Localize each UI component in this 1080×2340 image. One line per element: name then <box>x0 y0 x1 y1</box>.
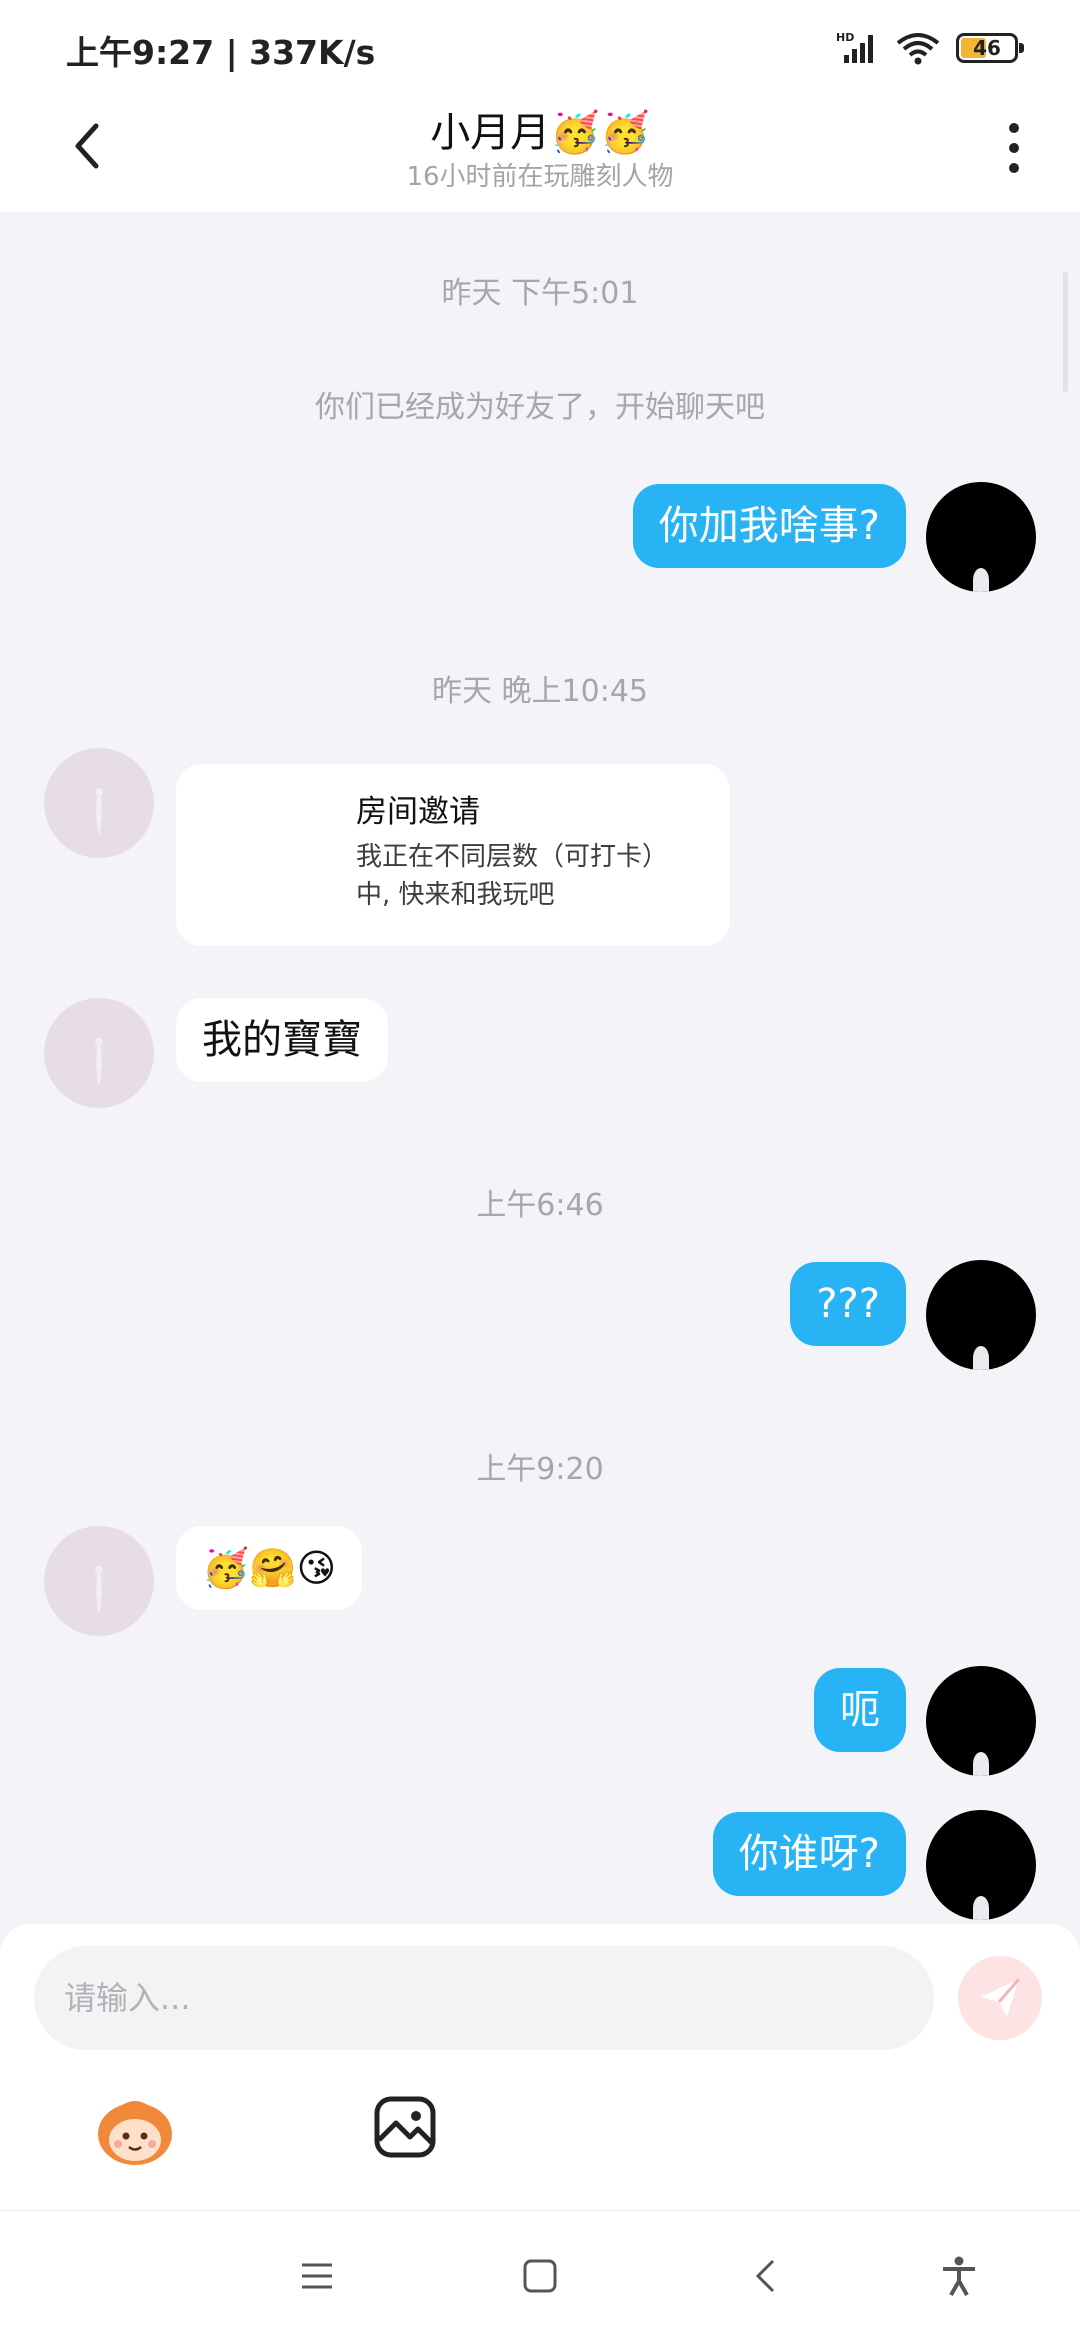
status-icons: HD 46 <box>836 28 1024 68</box>
send-icon <box>981 1978 1021 2017</box>
hd-label: HD <box>836 31 854 44</box>
avatar-figure-icon <box>95 1566 103 1612</box>
avatar-figure-icon <box>95 1038 103 1084</box>
contact-status: 16小时前在玩雕刻人物 <box>406 162 674 192</box>
send-button[interactable] <box>958 1956 1042 2040</box>
mascot-sticker-icon[interactable] <box>94 2090 176 2168</box>
timestamp: 上午9:20 <box>476 1452 604 1487</box>
home-icon[interactable] <box>519 2255 561 2297</box>
battery-icon: 46 <box>956 33 1024 63</box>
system-message: 你们已经成为好友了，开始聊天吧 <box>315 390 765 425</box>
invite-description: 我正在不同层数（可打卡）中, 快来和我玩吧 <box>356 842 669 910</box>
chat-header: 小月月🥳🥳 16小时前在玩雕刻人物 <box>0 96 1080 212</box>
message-bubble-mine[interactable]: 你谁呀? <box>712 1812 906 1896</box>
battery-percent: 46 <box>973 36 1001 60</box>
more-options-button[interactable] <box>994 116 1034 180</box>
room-invite-card[interactable]: 房间邀请 我正在不同层数（可打卡）中, 快来和我玩吧 <box>176 764 730 946</box>
message-bubble-mine[interactable]: ??? <box>790 1262 906 1346</box>
back-icon[interactable] <box>746 2255 788 2297</box>
invite-title: 房间邀请 <box>356 794 480 830</box>
more-vertical-icon <box>1009 123 1019 173</box>
message-bubble-mine[interactable]: 呃 <box>814 1668 906 1752</box>
accessibility-icon[interactable] <box>938 2255 980 2297</box>
wifi-icon <box>896 33 940 65</box>
my-avatar[interactable] <box>926 1260 1036 1370</box>
contact-avatar[interactable] <box>44 748 154 858</box>
system-navigation-bar <box>0 2210 1080 2340</box>
contact-avatar[interactable] <box>44 1526 154 1636</box>
signal-icon: HD <box>836 31 873 63</box>
menu-icon[interactable] <box>296 2255 338 2297</box>
avatar-figure-icon <box>95 788 103 834</box>
my-avatar[interactable] <box>926 1666 1036 1776</box>
status-time: 上午9:27 | 337K/s <box>66 33 376 72</box>
image-icon[interactable] <box>372 2094 438 2160</box>
input-panel <box>0 1924 1080 2210</box>
my-avatar[interactable] <box>926 1810 1036 1920</box>
timestamp: 上午6:46 <box>476 1188 604 1223</box>
contact-avatar[interactable] <box>44 998 154 1108</box>
timestamp: 昨天 晚上10:45 <box>432 674 648 709</box>
message-bubble-contact[interactable]: 我的寶寶 <box>176 998 388 1082</box>
message-bubble-mine[interactable]: 你加我啥事? <box>632 484 906 568</box>
contact-name: 小月月🥳🥳 <box>430 110 650 156</box>
message-bubble-contact[interactable]: 🥳🤗😘 <box>176 1526 363 1610</box>
timestamp: 昨天 下午5:01 <box>441 276 639 311</box>
my-avatar[interactable] <box>926 482 1036 592</box>
message-input[interactable] <box>34 1946 934 2050</box>
chat-messages[interactable]: 昨天 下午5:01 你们已经成为好友了，开始聊天吧 你加我啥事? 昨天 晚上10… <box>0 212 1080 1924</box>
status-bar: 上午9:27 | 337K/s HD 46 <box>0 0 1080 96</box>
